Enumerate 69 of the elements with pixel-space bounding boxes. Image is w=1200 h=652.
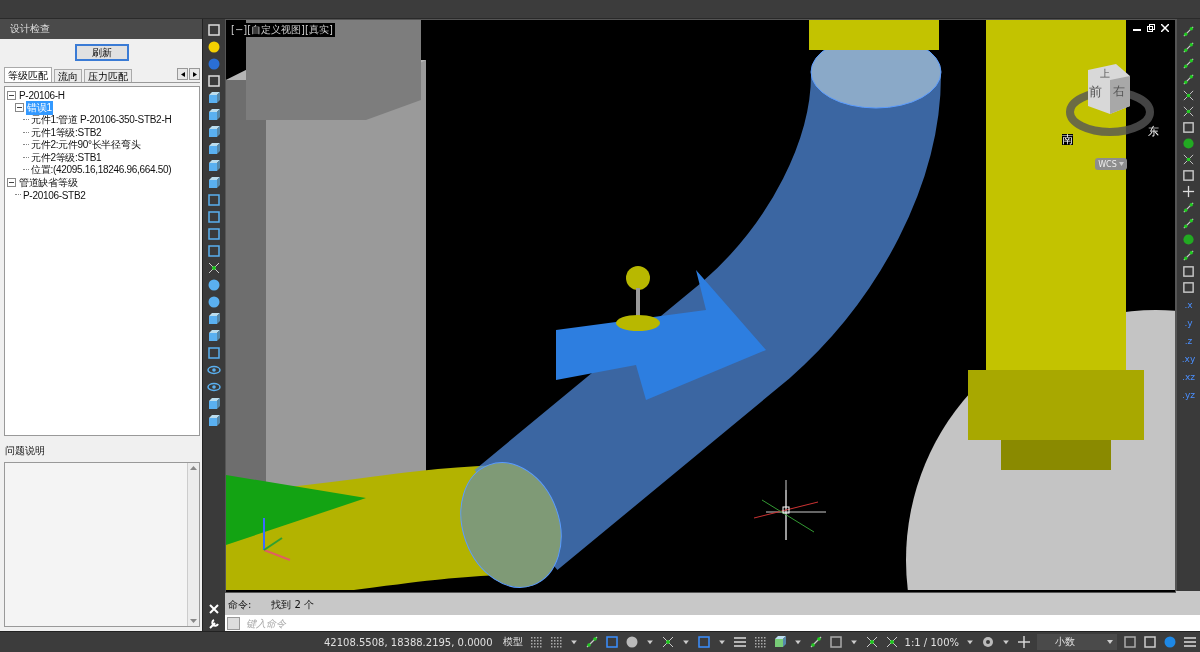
command-prompt: 命令: [228, 598, 252, 612]
snap-intersection-icon[interactable] [1182, 153, 1195, 166]
viewport-label[interactable]: [−][自定义视图][真实] [229, 23, 335, 37]
snap-intersection-icon[interactable] [1182, 89, 1195, 102]
collapse-toggle[interactable] [7, 178, 16, 188]
snap-center-icon[interactable] [1182, 233, 1195, 246]
grid-icon[interactable] [528, 635, 543, 649]
panel-title: 设计检查 [0, 19, 202, 39]
description-label: 问题说明 [4, 444, 46, 458]
tree-item[interactable]: 元件2等级:STB1 [30, 150, 103, 165]
tab[interactable]: 压力匹配 [84, 69, 132, 82]
tree-item[interactable]: P-20106-H [18, 89, 66, 101]
tree-item[interactable]: 元件2:元件90°长半径弯头 [30, 138, 142, 153]
model-space-button[interactable]: 模型 [502, 635, 523, 649]
cursor-coordinates: 42108.5508, 18388.2195, 0.0000 [323, 636, 494, 648]
sphere-icon[interactable] [207, 278, 221, 292]
eye-icon[interactable] [207, 380, 221, 394]
collapse-toggle[interactable] [15, 103, 24, 113]
menu-icon[interactable] [1183, 635, 1197, 649]
cube-face-label[interactable]: 前 [1089, 83, 1102, 101]
snap-perpendicular-icon[interactable] [1182, 185, 1195, 198]
snap-line-icon[interactable] [1182, 73, 1195, 86]
arrow-right-icon [192, 71, 197, 77]
snap-box-icon[interactable] [1182, 121, 1195, 134]
sphere-icon[interactable] [207, 40, 221, 54]
snap-intersection-icon[interactable] [660, 635, 675, 649]
crosshair-cursor [754, 480, 818, 540]
refresh-button[interactable]: 刷新 [75, 44, 129, 61]
tree-item[interactable]: P-20106-STB2 [22, 189, 87, 201]
command-output: 找到 2 个 [271, 598, 315, 612]
snap-line-icon[interactable] [1182, 25, 1195, 38]
tab[interactable]: 等级匹配 [4, 67, 52, 82]
snap-box-icon[interactable] [1182, 169, 1195, 182]
tree-item[interactable]: 管道缺省等级 [18, 175, 79, 190]
snap-line-icon[interactable] [1182, 201, 1195, 214]
tree-item[interactable]: 位置:(42095.16,18246.96,664.50) [30, 163, 173, 178]
tab[interactable]: 流向 [54, 69, 82, 82]
close-icon[interactable] [209, 604, 219, 614]
snap-box-icon[interactable] [1182, 265, 1195, 278]
snap-line-icon[interactable] [1182, 249, 1195, 262]
snap-line-icon[interactable] [1182, 217, 1195, 230]
lineweight-icon[interactable] [732, 635, 747, 649]
tree-item[interactable]: 元件1等级:STB2 [30, 125, 103, 140]
tree-item[interactable]: 元件1:管道 P-20106-350-STB2-H [30, 113, 173, 128]
sphere-icon[interactable] [207, 295, 221, 309]
restore-icon[interactable] [1147, 24, 1155, 32]
scroll-right-button[interactable] [189, 68, 200, 80]
annotation-scale-button[interactable]: 1:1 / 100% [904, 636, 959, 648]
eye-icon[interactable] [207, 363, 221, 377]
grid-icon[interactable] [548, 635, 563, 649]
collapse-toggle[interactable] [7, 90, 16, 100]
wrench-icon[interactable] [208, 618, 220, 630]
snap-intersection-icon[interactable] [1182, 105, 1195, 118]
plus-icon[interactable] [1017, 635, 1031, 649]
snap-line-icon[interactable] [1182, 57, 1195, 70]
snap-line-icon[interactable] [1182, 41, 1195, 54]
caret-icon [1107, 640, 1113, 644]
snap-center-icon[interactable] [1182, 137, 1195, 150]
close-icon[interactable] [1161, 24, 1169, 32]
snap-line-icon[interactable] [584, 635, 599, 649]
caret-icon [1118, 162, 1124, 166]
compass-label[interactable]: 南 [1062, 134, 1073, 145]
arrow-left-icon [180, 71, 185, 77]
axis-icon[interactable] [207, 261, 221, 275]
compass-label[interactable]: 东 [1148, 126, 1159, 137]
cube-face-label[interactable]: 上 [1100, 67, 1110, 81]
units-dropdown[interactable]: 小数 [1037, 634, 1117, 650]
scroll-left-button[interactable] [177, 68, 188, 80]
snap-box-icon[interactable] [1182, 281, 1195, 294]
